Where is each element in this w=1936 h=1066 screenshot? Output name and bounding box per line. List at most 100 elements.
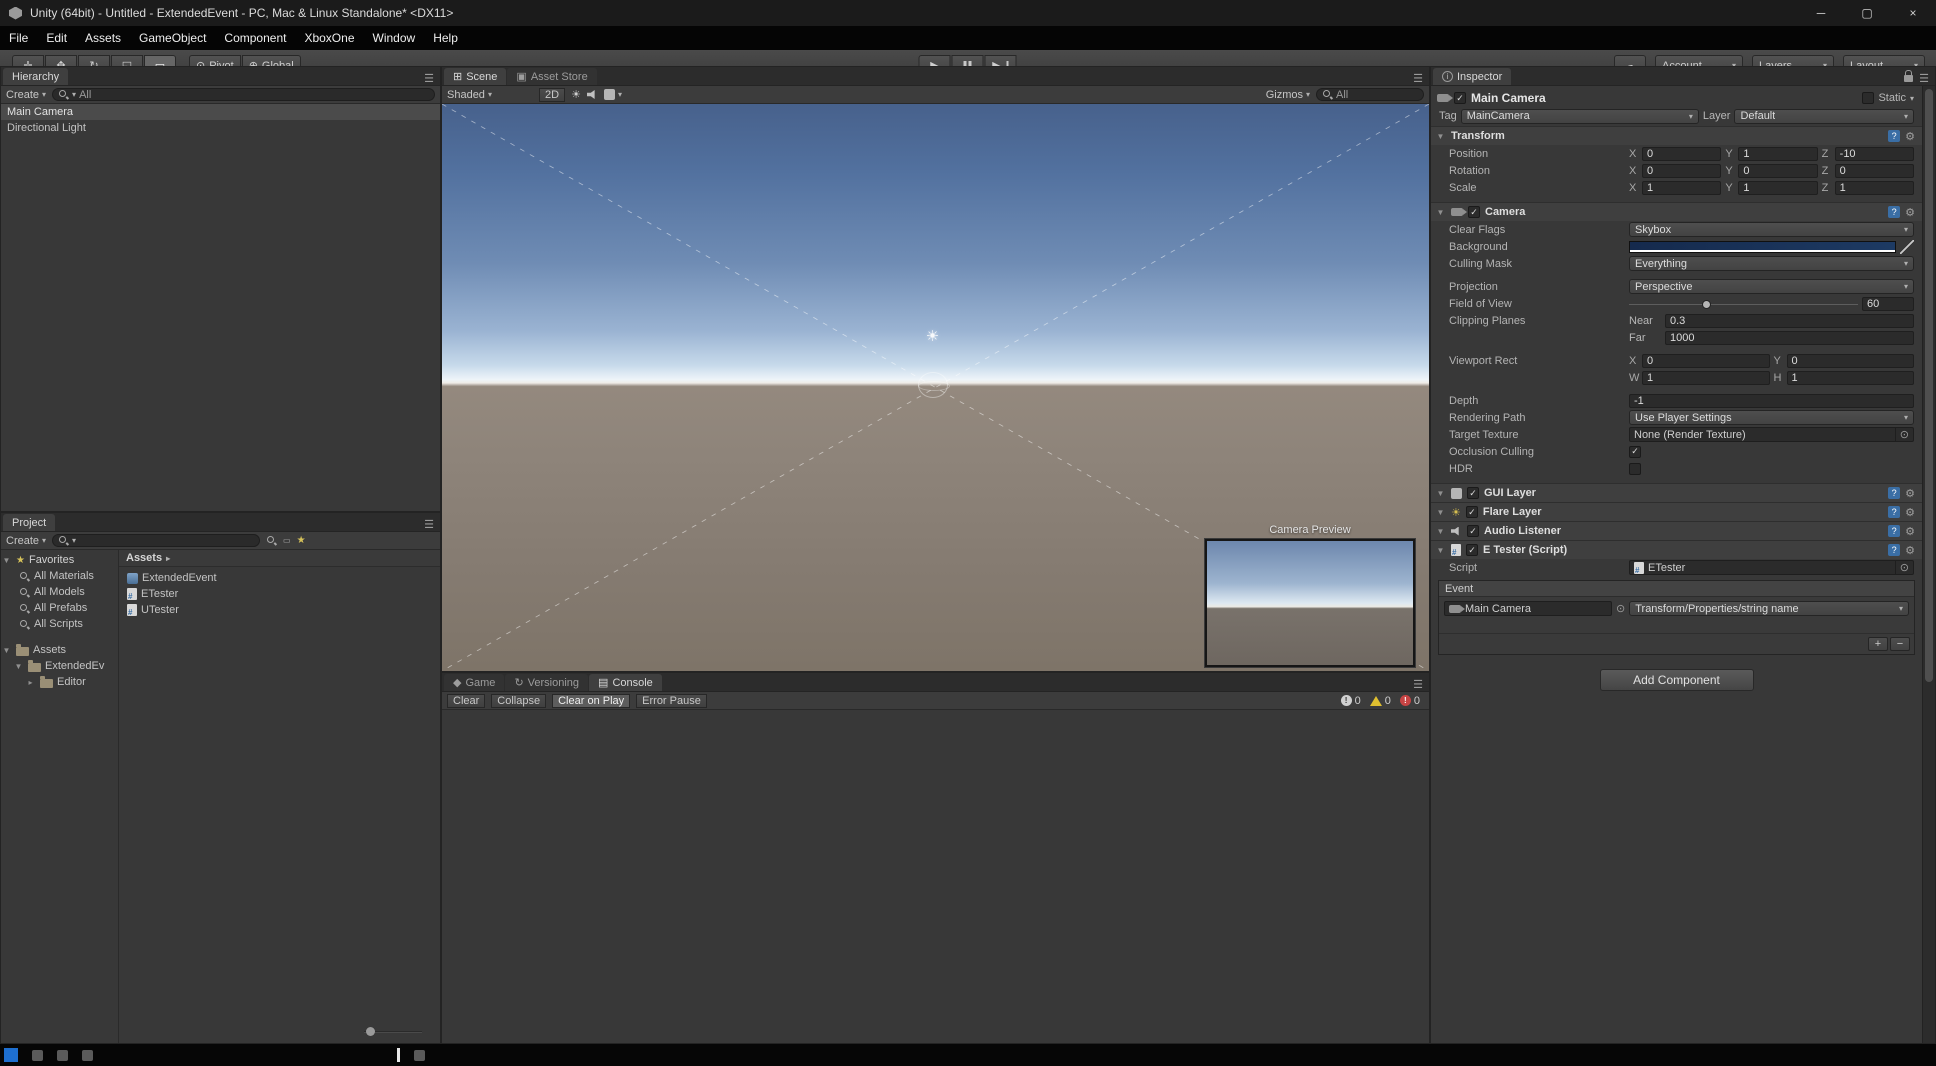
slider-thumb[interactable] xyxy=(1702,299,1712,309)
near-clip-field[interactable]: 0.3 xyxy=(1665,313,1914,328)
menu-edit[interactable]: Edit xyxy=(37,26,76,50)
audio-listener-component-header[interactable]: ▼ ✓ Audio Listener ? ⚙ xyxy=(1431,521,1922,540)
search-by-type-icon[interactable] xyxy=(266,535,277,546)
gear-icon[interactable]: ⚙ xyxy=(1905,130,1915,143)
position-z-field[interactable]: -10 xyxy=(1834,146,1914,161)
rotation-x-field[interactable]: 0 xyxy=(1642,163,1722,178)
clear-flags-dropdown[interactable]: Skybox ▾ xyxy=(1629,222,1914,237)
layer-dropdown[interactable]: Default ▾ xyxy=(1734,108,1914,124)
warning-filter-toggle[interactable]: 0 xyxy=(1369,695,1391,707)
menu-xboxone[interactable]: XboxOne xyxy=(295,26,363,50)
rotation-z-field[interactable]: 0 xyxy=(1834,163,1914,178)
object-picker-icon[interactable]: ⊙ xyxy=(1616,602,1625,615)
etester-component-header[interactable]: ▼ # ✓ E Tester (Script) ? ⚙ xyxy=(1431,540,1922,559)
fold-icon[interactable]: ▼ xyxy=(1,646,12,655)
help-icon[interactable]: ? xyxy=(1888,525,1901,537)
viewport-y-field[interactable]: 0 xyxy=(1786,353,1914,368)
scene-effects-dropdown[interactable]: ▾ xyxy=(603,89,622,100)
viewport-x-field[interactable]: 0 xyxy=(1642,353,1770,368)
fold-icon[interactable]: ▼ xyxy=(1435,132,1446,141)
background-color-swatch[interactable] xyxy=(1629,240,1896,253)
far-clip-field[interactable]: 1000 xyxy=(1665,330,1914,345)
file-etester[interactable]: # ETester xyxy=(127,586,440,602)
event-target-field[interactable]: Main Camera xyxy=(1444,601,1612,616)
script-object-field[interactable]: # ETester ⊙ xyxy=(1629,560,1914,575)
gui-layer-enabled-checkbox[interactable]: ✓ xyxy=(1467,487,1479,499)
info-filter-toggle[interactable]: ! 0 xyxy=(1340,695,1361,707)
error-filter-toggle[interactable]: ! 0 xyxy=(1399,695,1420,707)
menu-window[interactable]: Window xyxy=(364,26,425,50)
tab-inspector[interactable]: i Inspector xyxy=(1433,68,1512,85)
position-x-field[interactable]: 0 xyxy=(1642,146,1722,161)
gameobject-enabled-checkbox[interactable]: ✓ xyxy=(1454,92,1466,104)
hierarchy-item-directional-light[interactable]: Directional Light xyxy=(1,120,440,136)
favorite-all-prefabs[interactable]: All Prefabs xyxy=(1,600,118,616)
scale-x-field[interactable]: 1 xyxy=(1642,180,1722,195)
file-utester[interactable]: # UTester xyxy=(127,602,440,618)
gameobject-name[interactable]: Main Camera xyxy=(1471,91,1546,105)
tab-versioning[interactable]: ↻ Versioning xyxy=(505,674,589,691)
project-search-input[interactable]: ▾ xyxy=(52,534,261,547)
depth-field[interactable]: -1 xyxy=(1629,393,1914,408)
transform-component-header[interactable]: ▼ Transform ? ⚙ xyxy=(1431,126,1922,145)
console-log-area[interactable] xyxy=(442,710,1429,1043)
clear-on-play-button[interactable]: Clear on Play xyxy=(552,693,631,708)
hdr-checkbox[interactable] xyxy=(1629,462,1641,475)
help-icon[interactable]: ? xyxy=(1888,130,1901,142)
projection-dropdown[interactable]: Perspective ▾ xyxy=(1629,279,1914,294)
scene-search-input[interactable]: All xyxy=(1316,88,1424,101)
audio-listener-enabled-checkbox[interactable]: ✓ xyxy=(1467,525,1479,537)
gear-icon[interactable]: ⚙ xyxy=(1905,544,1915,557)
menu-file[interactable]: File xyxy=(0,26,37,50)
gizmos-dropdown[interactable]: Gizmos ▾ xyxy=(1266,89,1310,101)
slider-thumb[interactable] xyxy=(366,1027,375,1036)
file-extendedevent[interactable]: ExtendedEvent xyxy=(127,570,440,586)
flare-layer-component-header[interactable]: ▼ ☀ ✓ Flare Layer ? ⚙ xyxy=(1431,502,1922,521)
occlusion-culling-checkbox[interactable]: ✓ xyxy=(1629,445,1641,458)
tab-project[interactable]: Project xyxy=(3,514,56,531)
scene-viewport[interactable]: ☀ Camera Preview xyxy=(442,104,1429,671)
toggle-2d-button[interactable]: 2D xyxy=(539,87,566,102)
gear-icon[interactable]: ⚙ xyxy=(1905,506,1915,519)
lock-icon[interactable] xyxy=(1904,70,1914,82)
tab-game[interactable]: ◆ Game xyxy=(444,674,505,691)
tag-dropdown[interactable]: MainCamera ▾ xyxy=(1460,108,1699,124)
target-texture-field[interactable]: None (Render Texture) ⊙ xyxy=(1629,427,1914,442)
menu-help[interactable]: Help xyxy=(424,26,467,50)
help-icon[interactable]: ? xyxy=(1888,506,1901,518)
fold-icon[interactable]: ▸ xyxy=(25,678,36,687)
tree-item-extendedev[interactable]: ▼ ExtendedEv xyxy=(1,658,118,674)
clear-button[interactable]: Clear xyxy=(447,693,486,708)
chevron-down-icon[interactable]: ▾ xyxy=(1910,94,1914,103)
favorite-all-scripts[interactable]: All Scripts xyxy=(1,616,118,632)
scale-z-field[interactable]: 1 xyxy=(1834,180,1914,195)
position-y-field[interactable]: 1 xyxy=(1738,146,1818,161)
inspector-scrollbar[interactable] xyxy=(1922,86,1935,1043)
fold-icon[interactable]: ▼ xyxy=(1435,208,1446,217)
taskbar-icon[interactable] xyxy=(82,1049,93,1061)
help-icon[interactable]: ? xyxy=(1888,487,1901,499)
panel-menu-icon[interactable]: ☰ xyxy=(1919,72,1929,85)
scale-y-field[interactable]: 1 xyxy=(1738,180,1818,195)
menu-assets[interactable]: Assets xyxy=(76,26,130,50)
search-by-label-icon[interactable]: ▭ xyxy=(283,536,291,545)
add-event-button[interactable]: + xyxy=(1868,637,1888,651)
rendering-path-dropdown[interactable]: Use Player Settings ▾ xyxy=(1629,410,1914,425)
object-picker-icon[interactable]: ⊙ xyxy=(1894,561,1909,574)
event-method-dropdown[interactable]: Transform/Properties/string name ▾ xyxy=(1629,601,1909,616)
gui-layer-component-header[interactable]: ▼ ✓ GUI Layer ? ⚙ xyxy=(1431,483,1922,502)
fold-icon[interactable]: ▼ xyxy=(1435,508,1446,517)
fov-slider[interactable] xyxy=(1629,298,1858,310)
viewport-w-field[interactable]: 1 xyxy=(1642,370,1770,385)
help-icon[interactable]: ? xyxy=(1888,544,1901,556)
fold-icon[interactable]: ▼ xyxy=(13,662,24,671)
tree-item-assets[interactable]: ▼ Assets xyxy=(1,642,118,658)
collapse-button[interactable]: Collapse xyxy=(491,693,547,708)
tree-item-editor[interactable]: ▸ Editor xyxy=(1,674,118,690)
maximize-button[interactable]: ▢ xyxy=(1844,0,1890,26)
tab-console[interactable]: ▤ Console xyxy=(589,674,662,691)
scene-audio-icon[interactable] xyxy=(586,90,595,99)
add-component-button[interactable]: Add Component xyxy=(1599,669,1754,691)
favorites-header[interactable]: ▼ ★ Favorites xyxy=(1,552,118,568)
favorite-all-materials[interactable]: All Materials xyxy=(1,568,118,584)
